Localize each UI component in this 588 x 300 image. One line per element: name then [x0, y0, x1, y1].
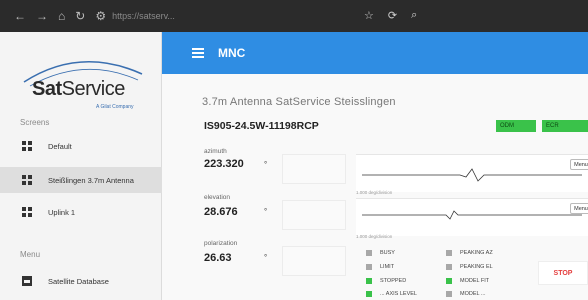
elevation-input[interactable] — [282, 200, 346, 230]
stop-button[interactable]: STOP — [538, 261, 588, 285]
main-content: 3.7m Antenna SatService Steisslingen IS9… — [162, 74, 588, 300]
dashboard-icon — [22, 141, 32, 151]
polarization-input[interactable] — [282, 246, 346, 276]
azimuth-trace-panel: Menu — [356, 154, 588, 192]
status-axis-level: ... AXIS LEVEL — [366, 291, 417, 297]
azimuth-unit: ° — [264, 160, 268, 169]
panel-caption: 1.000 deg/division — [356, 190, 393, 195]
elevation-value: 28.676 — [204, 206, 238, 218]
status-indicator — [366, 278, 372, 284]
status-indicator — [446, 291, 452, 297]
elevation-trace-panel: Menu — [356, 198, 588, 236]
star-icon[interactable]: ☆ — [364, 9, 374, 22]
sidebar-item-satellite-database[interactable]: Satellite Database — [0, 268, 162, 294]
home-icon[interactable]: ⌂ — [58, 9, 65, 23]
status-peaking-el: PEAKING EL — [446, 264, 493, 270]
azimuth-input[interactable] — [282, 154, 346, 184]
sidebar-item-steisslingen[interactable]: Steißlingen 3.7m Antenna — [0, 167, 162, 193]
polarization-unit: ° — [264, 253, 268, 262]
panel-caption: 1.000 deg/division — [356, 234, 393, 239]
sidebar-item-label: Default — [48, 141, 72, 151]
status-indicator — [446, 278, 452, 284]
settings-icon[interactable]: ⚙ — [95, 9, 106, 23]
dashboard-icon — [22, 175, 32, 185]
app-header: MNC — [162, 32, 588, 74]
sidebar: SatService A Gilat Company Screens Defau… — [0, 32, 162, 300]
sidebar-item-label: Uplink 1 — [48, 207, 76, 217]
status-indicator — [366, 264, 372, 270]
status-busy: BUSY — [366, 250, 395, 256]
azimuth-value: 223.320 — [204, 158, 244, 170]
azimuth-trace-plot — [362, 168, 582, 182]
sidebar-item-label: Steißlingen 3.7m Antenna — [48, 175, 134, 185]
browser-toolbar: ← → ⌂ ↻ ⚙ https://satserv... ☆ ⟳ ⌕ — [0, 0, 588, 32]
panel-menu-button[interactable]: Menu — [570, 159, 588, 170]
search-icon[interactable]: ⌕ — [411, 9, 417, 22]
status-badge-odm: ODM — [496, 120, 536, 132]
polarization-label: polarization — [204, 240, 238, 247]
dashboard-icon — [22, 207, 32, 217]
page-header-title: MNC — [218, 46, 246, 60]
sidebar-item-label: Satellite Database — [48, 276, 109, 286]
status-indicator — [446, 264, 452, 270]
status-model-other: MODEL ... — [446, 291, 485, 297]
reload-icon[interactable]: ↻ — [75, 9, 85, 23]
elevation-label: elevation — [204, 194, 231, 201]
sidebar-item-default[interactable]: Default — [0, 133, 162, 159]
status-indicator — [366, 291, 372, 297]
status-limit: LIMIT — [366, 264, 394, 270]
screens-section-label: Screens — [20, 118, 50, 127]
refresh-icon[interactable]: ⟳ — [388, 9, 397, 22]
menu-section-label: Menu — [20, 250, 41, 259]
status-stopped: STOPPED — [366, 278, 406, 284]
menu-icon[interactable] — [192, 48, 204, 58]
elevation-trace-plot — [362, 210, 582, 220]
status-peaking-az: PEAKING AZ — [446, 250, 493, 256]
forward-icon[interactable]: → — [36, 9, 48, 23]
polarization-value: 26.63 — [204, 252, 232, 264]
status-badge-ecr: ECR — [542, 120, 588, 132]
sidebar-item-uplink[interactable]: Uplink 1 — [0, 199, 162, 225]
back-icon[interactable]: ← — [14, 9, 26, 23]
address-bar[interactable]: https://satserv... — [112, 11, 175, 21]
satservice-logo: SatService A Gilat Company — [12, 52, 152, 120]
page-title: 3.7m Antenna SatService Steisslingen — [202, 96, 396, 108]
panel-menu-button[interactable]: Menu — [570, 203, 588, 214]
satellite-id: IS905-24.5W-11198RCP — [204, 120, 319, 132]
image-icon — [22, 276, 32, 286]
status-model-fit: MODEL FIT — [446, 278, 489, 284]
elevation-unit: ° — [264, 207, 268, 216]
status-indicator — [366, 250, 372, 256]
status-indicator — [446, 250, 452, 256]
azimuth-label: azimuth — [204, 148, 227, 155]
